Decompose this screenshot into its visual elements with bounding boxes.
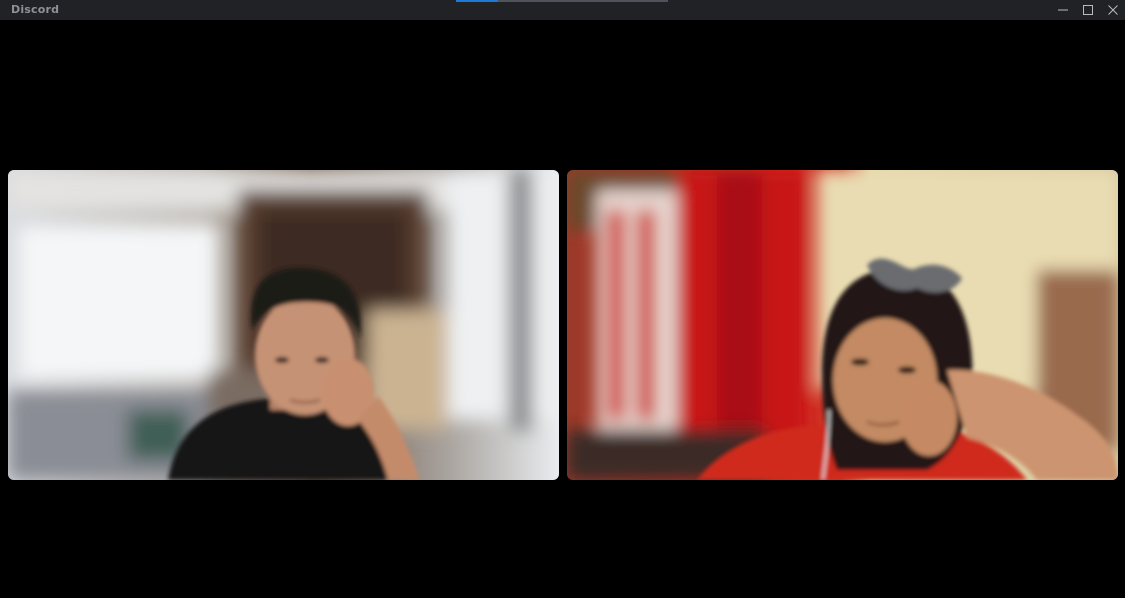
close-icon [1107, 5, 1118, 15]
title-bar[interactable]: Discord [0, 0, 1125, 20]
window-controls [1050, 0, 1125, 20]
video-call-stage [0, 20, 1125, 598]
discord-window: Discord [0, 0, 1125, 598]
video-tile-participant-1[interactable] [8, 170, 559, 480]
maximize-button[interactable] [1075, 0, 1100, 20]
participant-video-feed [8, 170, 559, 480]
app-title: Discord [11, 3, 60, 16]
update-progress-bar [456, 0, 668, 2]
video-tile-participant-2[interactable] [567, 170, 1118, 480]
close-button[interactable] [1100, 0, 1125, 20]
maximize-icon [1082, 5, 1093, 15]
participant-video-feed [567, 170, 1118, 480]
minimize-button[interactable] [1050, 0, 1075, 20]
update-progress-fill [456, 0, 499, 2]
minimize-icon [1057, 9, 1068, 11]
